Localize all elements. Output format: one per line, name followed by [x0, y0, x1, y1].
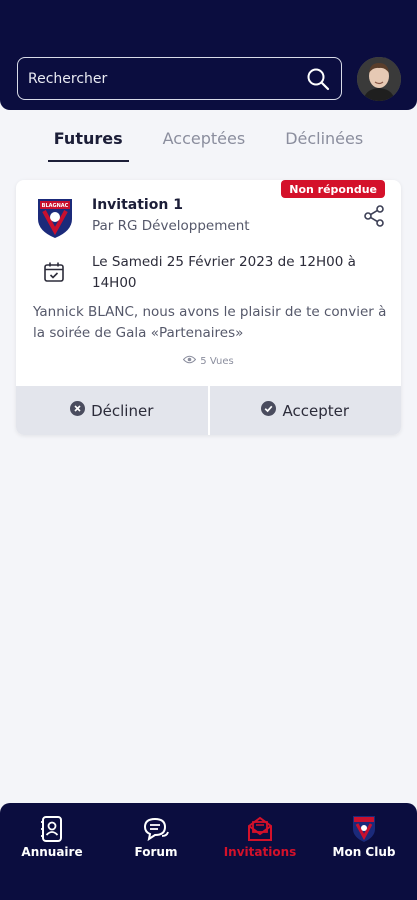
nav-item-invitations[interactable]: Invitations — [208, 803, 312, 900]
accept-button[interactable]: Accepter — [209, 386, 401, 435]
nav-label-annuaire: Annuaire — [21, 845, 83, 859]
eye-icon — [183, 355, 197, 367]
nav-item-annuaire[interactable]: Annuaire — [0, 803, 104, 900]
decline-button[interactable]: Décliner — [16, 386, 208, 435]
views-count: 5 Vues — [16, 355, 401, 367]
mail-icon — [246, 815, 274, 843]
nav-label-mon-club: Mon Club — [332, 845, 396, 859]
close-circle-icon — [70, 401, 86, 420]
nav-item-forum[interactable]: Forum — [104, 803, 208, 900]
invitation-tabs: Futures Acceptées Déclinées — [0, 125, 417, 162]
club-crest-icon: BLAGNAC — [36, 197, 74, 239]
search-placeholder: Rechercher — [28, 70, 108, 87]
nav-label-forum: Forum — [134, 845, 178, 859]
user-avatar[interactable] — [357, 57, 401, 101]
decline-label: Décliner — [91, 401, 154, 420]
invitation-card[interactable]: Non répondue BLAGNAC Invitation 1 Par RG… — [16, 180, 401, 435]
nav-label-invitations: Invitations — [223, 845, 297, 859]
status-badge: Non répondue — [281, 180, 385, 198]
calendar-icon — [42, 260, 66, 284]
accept-label: Accepter — [282, 401, 350, 420]
search-input[interactable]: Rechercher — [17, 57, 342, 100]
invitation-actions: Décliner Accepter — [16, 386, 401, 435]
share-icon[interactable] — [362, 204, 386, 228]
invitation-date: Le Samedi 25 Février 2023 de 12H00 à 14H… — [92, 254, 356, 291]
app-header: Rechercher — [0, 0, 417, 110]
club-crest-icon — [350, 815, 378, 843]
bottom-navigation: Annuaire Forum Invitations Mon Club — [0, 803, 417, 900]
tab-futures[interactable]: Futures — [47, 125, 129, 162]
views-label: 5 Vues — [200, 355, 234, 367]
invitation-organizer: Par RG Développement — [92, 218, 250, 234]
svg-text:BLAGNAC: BLAGNAC — [42, 203, 69, 209]
tab-acceptees[interactable]: Acceptées — [157, 125, 252, 159]
chat-icon — [142, 815, 170, 843]
tab-declinees[interactable]: Déclinées — [279, 125, 369, 159]
invitation-title: Invitation 1 — [92, 197, 183, 213]
check-circle-icon — [261, 401, 277, 420]
invitation-description: Yannick BLANC, nous avons le plaisir de … — [33, 304, 387, 341]
directory-icon — [38, 815, 66, 843]
search-icon[interactable] — [305, 66, 331, 92]
nav-item-mon-club[interactable]: Mon Club — [312, 803, 416, 900]
